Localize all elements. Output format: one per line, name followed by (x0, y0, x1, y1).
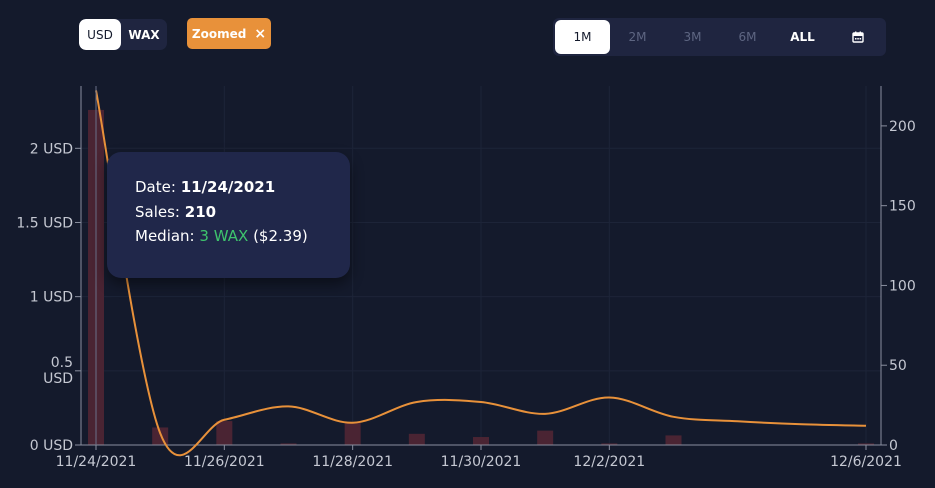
x-axis-ticks: 11/24/2021 11/26/2021 11/28/2021 11/30/2021… (56, 445, 902, 470)
left-tick-label: 1.5 USD (16, 215, 73, 231)
sales-bar (537, 430, 554, 445)
right-tick-label: 0 (889, 438, 898, 454)
right-tick-label: 200 (889, 119, 916, 135)
right-tick-label: 150 (889, 199, 916, 215)
right-axis-ticks: 0 50 100 150 200 (881, 119, 916, 454)
x-tick-label: 11/28/2021 (312, 454, 393, 470)
tooltip-median-usd: ($2.39) (253, 227, 308, 245)
x-tick-label: 11/24/2021 (56, 454, 137, 470)
tooltip-sales-value: 210 (184, 202, 217, 221)
sales-bar (408, 433, 425, 445)
sales-bar (216, 421, 233, 445)
sales-bar (344, 422, 361, 445)
tooltip-date-row: Date: 11/24/2021 (135, 178, 350, 203)
left-tick-label: USD (43, 371, 73, 387)
left-tick-label: 0.5 (51, 355, 73, 371)
sales-bar (665, 435, 682, 445)
tooltip-median-wax: 3 WAX (199, 227, 249, 245)
left-tick-label: 1 USD (30, 290, 73, 306)
left-tick-label: 2 USD (30, 141, 73, 157)
sales-bar (473, 437, 489, 445)
tooltip-median-label: Median: (135, 227, 195, 245)
x-tick-label: 11/30/2021 (441, 454, 522, 470)
tooltip-median-row: Median: 3 WAX ($2.39) (135, 227, 350, 252)
right-tick-label: 50 (889, 358, 907, 374)
right-tick-label: 100 (889, 278, 916, 294)
tooltip-sales-label: Sales: (135, 202, 180, 221)
left-tick-label: 0 USD (30, 438, 73, 454)
tooltip-sales-row: Sales: 210 (135, 203, 350, 228)
left-axis-ticks: 0 USD 0.5USD 1 USD 1.5 USD 2 USD (16, 141, 81, 454)
sales-bar (152, 427, 169, 445)
data-tooltip: Date: 11/24/2021 Sales: 210 Median: 3 WA… (107, 152, 350, 278)
tooltip-date-value: 11/24/2021 (180, 178, 276, 196)
x-tick-label: 12/2/2021 (573, 454, 645, 470)
x-tick-label: 11/26/2021 (184, 454, 265, 470)
tooltip-date-label: Date: (135, 178, 176, 196)
x-tick-label: 12/6/2021 (830, 454, 902, 470)
